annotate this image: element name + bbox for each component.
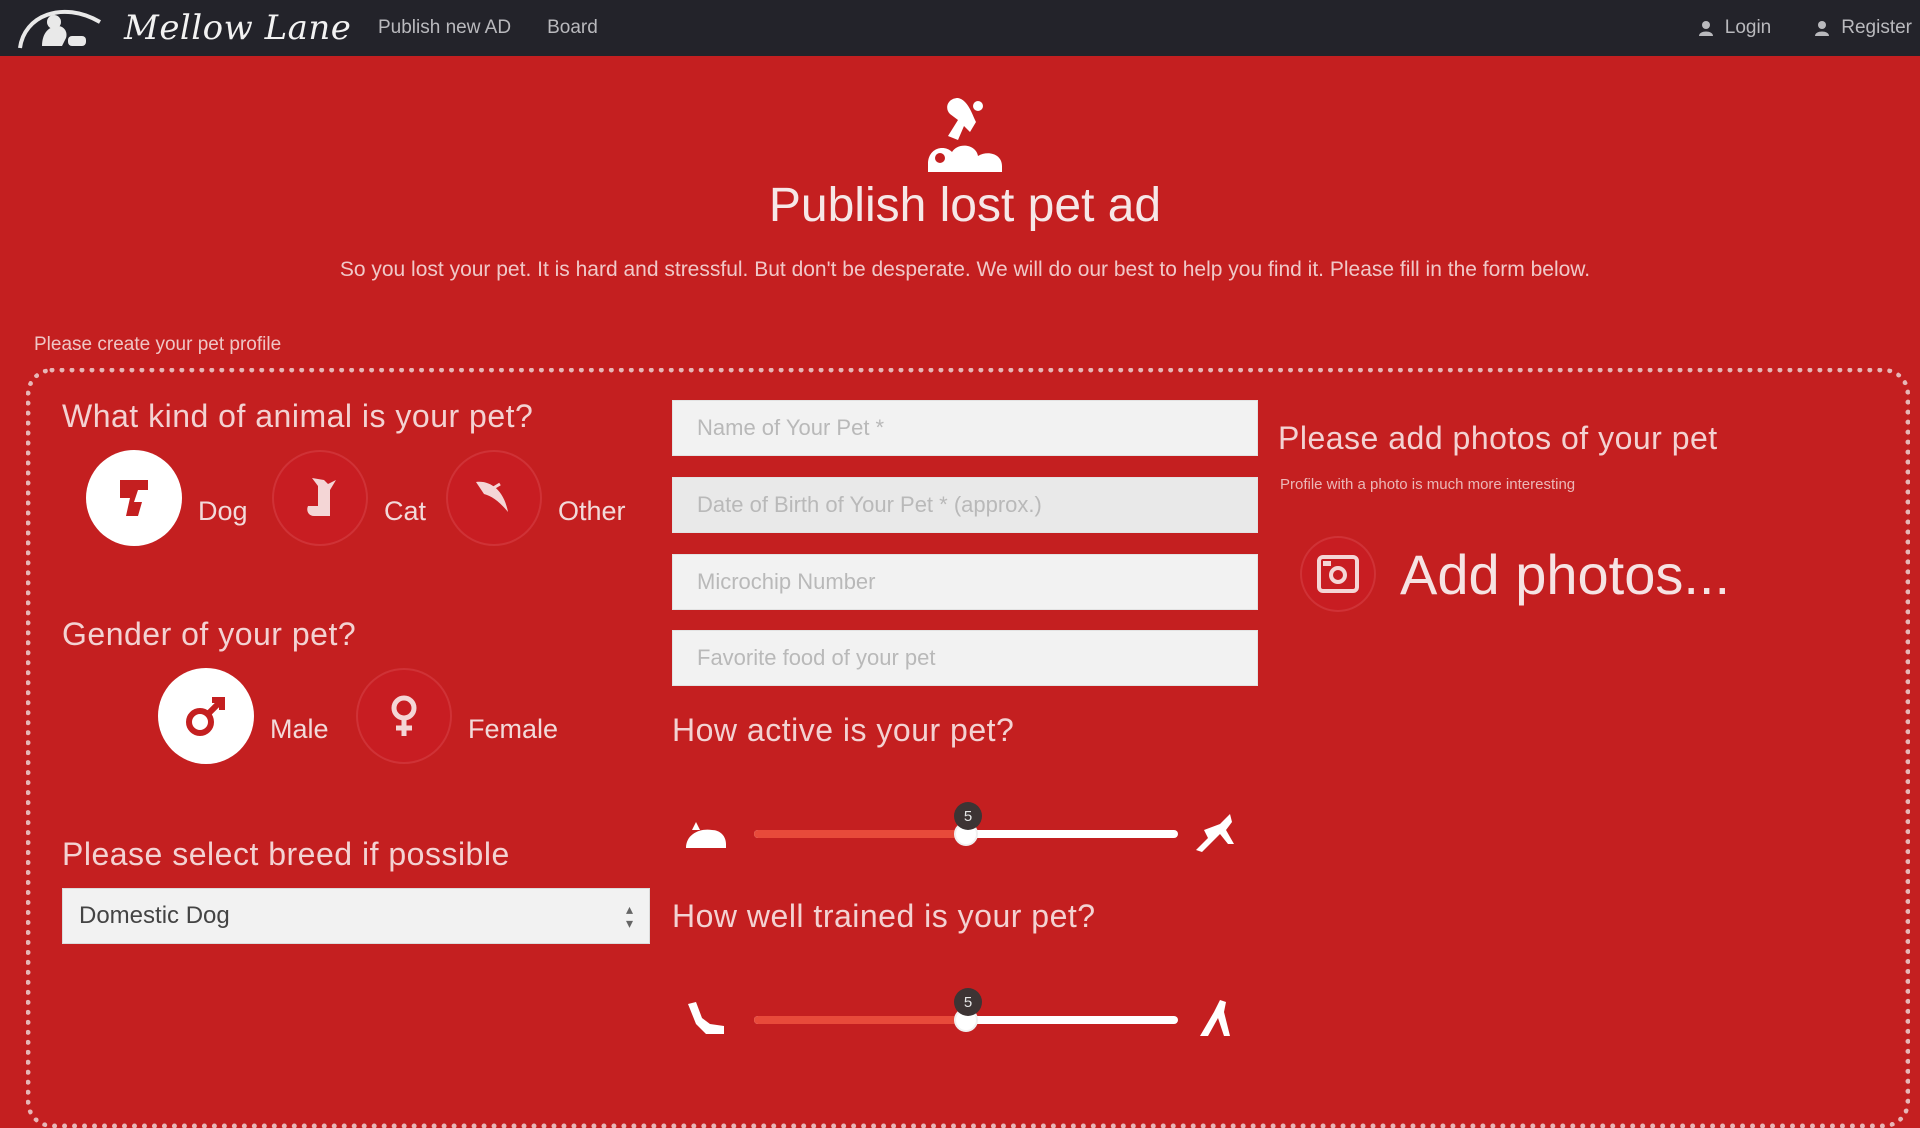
dog-option-circle[interactable] [86, 450, 182, 546]
activity-thumb[interactable]: 5 [954, 802, 982, 846]
dog-option-label: Dog [198, 495, 248, 526]
male-option-circle[interactable] [158, 668, 254, 764]
male-icon [186, 697, 225, 736]
login-icon [1698, 21, 1713, 36]
register-label: Register [1841, 17, 1912, 38]
gender-option-male[interactable]: Male [158, 668, 329, 764]
add-photos-button[interactable]: Add photos... [1300, 536, 1730, 612]
gender-option-female[interactable]: Female [356, 668, 558, 764]
running-pet-icon [1196, 814, 1234, 852]
add-photos-label: Add photos... [1400, 542, 1731, 606]
training-value: 5 [954, 988, 982, 1016]
cat-icon [307, 478, 336, 516]
page-intro: So you lost your pet. It is hard and str… [339, 258, 1591, 281]
register-icon [1815, 21, 1830, 36]
top-navbar: Mellow Lane Publish new AD Board Login R… [0, 0, 1920, 56]
untrained-pet-icon [688, 1002, 724, 1034]
training-slider[interactable]: 5 [680, 986, 1250, 1046]
add-photos-icon-circle [1300, 536, 1376, 612]
activity-question: How active is your pet? [672, 712, 1015, 748]
other-option-label: Other [558, 495, 626, 526]
select-arrows-icon: ▴ ▾ [625, 901, 633, 931]
animal-question: What kind of animal is your pet? [62, 398, 534, 434]
page-title: Publish lost pet ad [768, 179, 1162, 232]
register-link[interactable]: Register [1813, 17, 1912, 39]
login-link[interactable]: Login [1697, 17, 1772, 39]
favorite-food-input[interactable] [672, 630, 1258, 686]
bird-icon [476, 481, 508, 512]
gender-question: Gender of your pet? [62, 616, 357, 652]
nav-link-publish[interactable]: Publish new AD [378, 17, 511, 39]
breed-question: Please select breed if possible [62, 836, 510, 872]
animal-option-dog[interactable]: Dog [86, 450, 248, 546]
nav-account: Login Register [1697, 0, 1912, 56]
female-option-circle[interactable] [356, 668, 452, 764]
nav-link-board[interactable]: Board [547, 17, 598, 39]
cat-option-circle[interactable] [272, 450, 368, 546]
other-option-circle[interactable] [446, 450, 542, 546]
pet-dob-input[interactable] [672, 477, 1258, 533]
photos-subtitle: Profile with a photo is much more intere… [1280, 476, 1576, 493]
animal-option-cat[interactable]: Cat [272, 450, 426, 546]
sleeping-pet-icon [686, 822, 726, 848]
training-track-fill [754, 1016, 966, 1024]
logo-text: Mellow Lane [124, 8, 352, 48]
site-logo[interactable]: Mellow Lane [14, 0, 351, 56]
photos-title: Please add photos of your pet [1278, 420, 1718, 456]
cat-option-label: Cat [384, 495, 427, 526]
female-icon [391, 695, 417, 736]
activity-value: 5 [954, 802, 982, 830]
pet-name-input[interactable] [672, 400, 1258, 456]
lost-pet-icon [928, 98, 1002, 172]
male-option-label: Male [270, 713, 329, 744]
activity-track-fill [754, 830, 966, 838]
trained-pet-icon [1200, 1000, 1230, 1036]
logo-icon [18, 10, 102, 49]
training-question: How well trained is your pet? [672, 898, 1096, 934]
activity-slider[interactable]: 5 [680, 800, 1250, 860]
breed-selected-value: Domestic Dog [79, 902, 230, 929]
microchip-input[interactable] [672, 554, 1258, 610]
animal-option-other[interactable]: Other [446, 450, 626, 546]
breed-select[interactable]: Domestic Dog ▴ ▾ [62, 888, 650, 944]
profile-caption: Please create your pet profile [34, 334, 282, 355]
photo-icon [1317, 555, 1359, 593]
female-option-label: Female [468, 713, 559, 744]
nav-links: Publish new AD Board [378, 0, 598, 56]
login-label: Login [1724, 17, 1772, 38]
training-thumb[interactable]: 5 [954, 988, 982, 1032]
dog-icon [120, 480, 148, 516]
